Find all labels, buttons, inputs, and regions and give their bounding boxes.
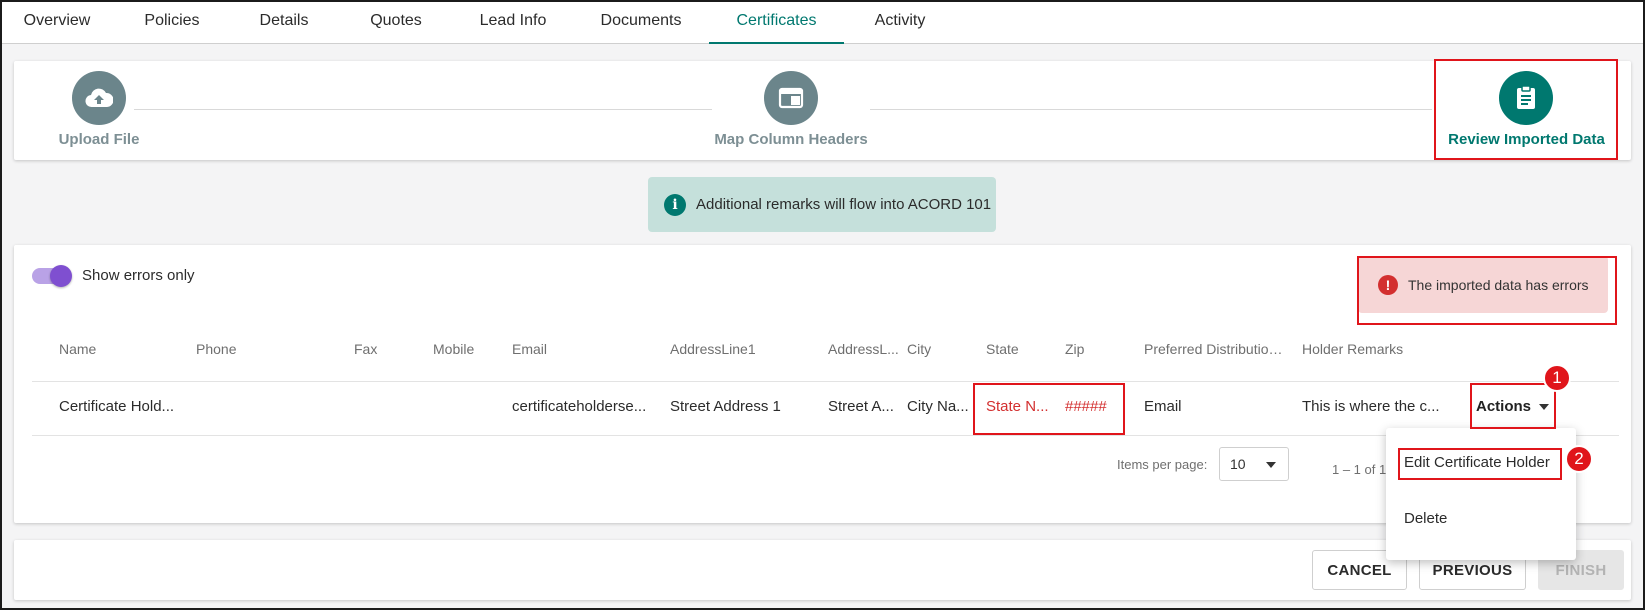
paginator-range: 1 – 1 of 1 (1332, 462, 1387, 477)
tab-policies[interactable]: Policies (128, 0, 216, 44)
tab-quotes[interactable]: Quotes (352, 0, 440, 44)
cell-addressline2: Street A... (828, 398, 894, 415)
step-map-column-headers[interactable]: Map Column Headers (699, 61, 883, 160)
cell-city: City Na... (907, 398, 969, 415)
actions-label: Actions (1476, 398, 1532, 415)
cell-name: Certificate Hold... (59, 398, 175, 415)
tab-details[interactable]: Details (244, 0, 324, 44)
step-connector (134, 109, 712, 110)
column-header-zip[interactable]: Zip (1065, 341, 1125, 357)
error-icon: ! (1378, 274, 1398, 295)
caret-down-icon (1539, 403, 1550, 410)
cell-holder-remarks: This is where the c... (1302, 398, 1440, 415)
column-header-state[interactable]: State (986, 341, 1056, 357)
cell-preferred-distribution: Email (1144, 398, 1182, 415)
info-banner-text: Additional remarks will flow into ACORD … (696, 196, 992, 213)
step-label: Map Column Headers (714, 131, 868, 148)
tab-overview[interactable]: Overview (14, 0, 100, 44)
column-header-email[interactable]: Email (512, 341, 652, 357)
step-badge-2: 2 (1565, 445, 1593, 473)
column-header-name[interactable]: Name (59, 341, 179, 357)
step-review-imported-data[interactable]: Review Imported Data (1439, 61, 1614, 160)
step-connector (870, 109, 1432, 110)
toggle-label: Show errors only (82, 267, 195, 284)
window-icon (764, 71, 818, 125)
caret-down-icon (1266, 462, 1276, 468)
step-label: Review Imported Data (1448, 131, 1605, 148)
import-stepper: Upload File Map Column Headers Review Im… (14, 61, 1631, 160)
cell-addressline1: Street Address 1 (670, 398, 781, 415)
toggle-track[interactable] (32, 264, 72, 287)
tab-activity[interactable]: Activity (862, 0, 938, 44)
row-divider (32, 435, 1619, 436)
cell-state-error: State N... (986, 398, 1049, 415)
cell-zip-error: ##### (1065, 398, 1107, 415)
column-header-holder-remarks[interactable]: Holder Remarks (1302, 341, 1452, 357)
actions-menu: Edit Certificate Holder Delete (1386, 428, 1576, 560)
step-badge-1: 1 (1543, 364, 1571, 392)
menu-item-edit-certificate-holder[interactable]: Edit Certificate Holder (1404, 454, 1550, 471)
column-header-city[interactable]: City (907, 341, 977, 357)
clipboard-icon (1499, 71, 1553, 125)
items-per-page-value: 10 (1230, 456, 1246, 472)
column-header-addressline2[interactable]: AddressL... (828, 341, 900, 357)
column-header-addressline1[interactable]: AddressLine1 (670, 341, 810, 357)
step-upload-file[interactable]: Upload File (32, 61, 166, 160)
items-per-page-select[interactable]: 10 (1219, 447, 1289, 481)
items-per-page-label: Items per page: (1117, 457, 1208, 472)
cloud-upload-icon (72, 71, 126, 125)
error-alert-text: The imported data has errors (1408, 276, 1589, 293)
tab-bar: Overview Policies Details Quotes Lead In… (0, 0, 1645, 44)
step-label: Upload File (58, 131, 140, 148)
tab-certificates[interactable]: Certificates (709, 0, 844, 44)
cell-email: certificateholderse... (512, 398, 647, 415)
column-header-phone[interactable]: Phone (196, 341, 336, 357)
toggle-thumb[interactable] (50, 264, 72, 287)
tab-lead-info[interactable]: Lead Info (466, 0, 560, 44)
error-alert: ! The imported data has errors (1358, 256, 1608, 313)
show-errors-toggle[interactable]: Show errors only (32, 264, 195, 287)
menu-item-delete[interactable]: Delete (1404, 510, 1447, 527)
column-header-mobile[interactable]: Mobile (433, 341, 503, 357)
column-header-fax[interactable]: Fax (354, 341, 414, 357)
info-icon: i (664, 193, 686, 216)
tab-documents[interactable]: Documents (588, 0, 694, 44)
info-banner: i Additional remarks will flow into ACOR… (648, 177, 996, 232)
row-divider (32, 381, 1619, 382)
column-header-preferred-distribution[interactable]: Preferred Distribution ... (1144, 341, 1290, 357)
actions-dropdown-button[interactable]: Actions (1476, 398, 1550, 415)
